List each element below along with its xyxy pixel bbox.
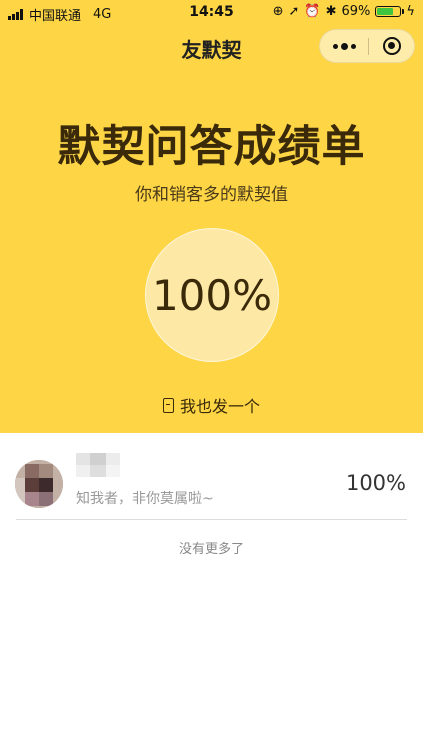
user-name-blurred: [76, 453, 120, 477]
list-divider: [16, 519, 407, 520]
battery-percent: 69%: [341, 4, 371, 19]
page-title: 默契问答成绩单: [57, 122, 366, 172]
envelope-icon: [162, 397, 174, 413]
screen-lock-icon: ⊕: [272, 4, 284, 19]
charging-icon: ϟ: [406, 4, 415, 19]
score-value: 100%: [151, 270, 273, 320]
avatar[interactable]: [15, 460, 63, 508]
battery-fill: [377, 8, 393, 15]
page-subtitle: 你和销客多的默契值: [135, 185, 288, 205]
alarm-icon: ⏰: [304, 4, 321, 19]
bluetooth-icon: ✱: [325, 4, 337, 19]
target-close-icon[interactable]: [383, 37, 401, 55]
status-bar: 中国联通 4G 14:45 ⊕ ➚ ⏰ ✱ 69% ϟ: [0, 0, 423, 26]
no-more-text: 没有更多了: [178, 542, 244, 557]
item-note: 知我者，非你莫属啦~: [76, 491, 214, 507]
share-button[interactable]: 我也发一个: [0, 393, 423, 417]
capsule-divider: [368, 38, 369, 55]
score-circle: 100%: [145, 228, 279, 362]
battery-icon: [375, 6, 405, 17]
location-icon: ➚: [288, 4, 300, 19]
share-label: 我也发一个: [179, 397, 260, 416]
status-right: ⊕ ➚ ⏰ ✱ 69% ϟ: [273, 4, 415, 19]
mini-program-capsule: [319, 29, 415, 63]
more-dots-icon[interactable]: [320, 30, 368, 62]
item-score: 100%: [345, 471, 406, 495]
